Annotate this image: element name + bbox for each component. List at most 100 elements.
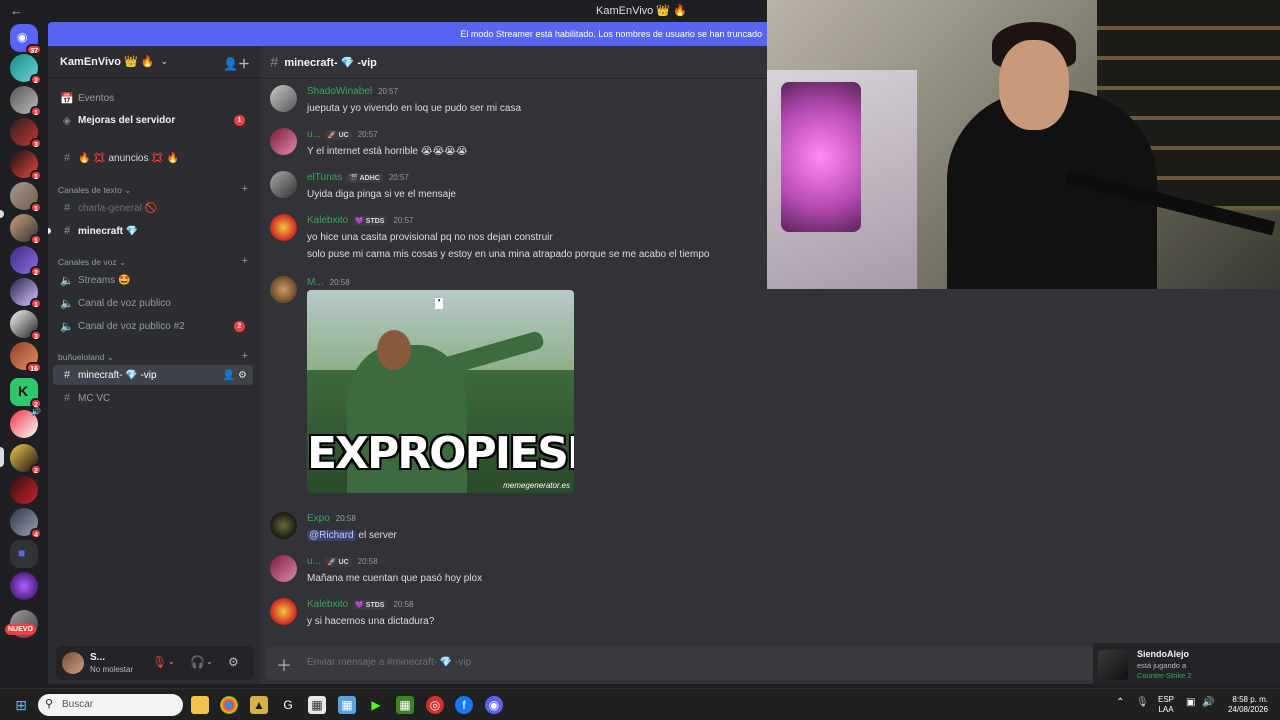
add-channel-icon[interactable]: +: [242, 255, 248, 267]
avatar[interactable]: [270, 128, 297, 155]
server-icon[interactable]: 4: [10, 508, 42, 539]
language-indicator[interactable]: ESP LAA: [1158, 695, 1174, 715]
voice-channel-public-2[interactable]: 🔈 Canal de voz publico #2 2: [53, 316, 253, 336]
role-tag: 🚀 UC: [324, 556, 352, 567]
messenger-icon[interactable]: f: [455, 696, 473, 714]
chrome-icon[interactable]: [220, 696, 238, 714]
minecraft-icon[interactable]: ▦: [396, 696, 414, 714]
message-composer[interactable]: ＋ Enviar mensaje a #minecraft- 💎 -vip: [266, 646, 1094, 680]
author-name[interactable]: ShadoWinabel: [307, 86, 372, 97]
avatar[interactable]: [270, 85, 297, 112]
server-icon[interactable]: 🔊: [10, 407, 41, 438]
chevron-down-icon[interactable]: ⌄: [168, 657, 175, 666]
volume-icon[interactable]: 🔊: [1202, 698, 1214, 708]
server-icon[interactable]: 1: [10, 214, 42, 245]
activity-card[interactable]: SiendoAlejo está jugando a Counter-Strik…: [1093, 643, 1280, 685]
app-icon[interactable]: ▦: [308, 696, 326, 714]
message-text: Y el internet está horrible 😭😭😭😭: [307, 146, 468, 157]
clock[interactable]: 8:58 p. m. 24/08/2026: [1222, 695, 1268, 715]
avatar[interactable]: [1098, 650, 1128, 680]
meme-quote-mark: ': [435, 298, 444, 309]
category-bunueloland[interactable]: buñueloland ⌄ +: [58, 350, 248, 363]
chevron-down-icon[interactable]: ⌄: [206, 657, 213, 666]
server-header[interactable]: KamEnVivo 👑 🔥 ⌄ 👤＋: [48, 46, 260, 78]
timestamp: 20:58: [393, 600, 414, 609]
avatar[interactable]: [62, 652, 84, 674]
calculator-icon[interactable]: ▦: [338, 696, 356, 714]
avatar[interactable]: [270, 555, 297, 582]
arrow-left-icon[interactable]: ←: [10, 3, 23, 18]
mic-muted-icon[interactable]: 🎙: [152, 655, 167, 669]
taskbar-search[interactable]: ⚲ Buscar: [38, 694, 183, 716]
category-text-channels[interactable]: Canales de texto ⌄ +: [58, 183, 248, 196]
activity-status: está jugando a: [1137, 661, 1187, 670]
voice-channel-mc-vc[interactable]: # MC VC: [53, 388, 253, 408]
server-folder[interactable]: ■: [10, 540, 38, 568]
kick-icon[interactable]: ▶: [367, 696, 385, 714]
category-voice-channels[interactable]: Canales de voz ⌄ +: [58, 255, 248, 268]
gear-icon[interactable]: ⚙: [238, 370, 247, 381]
gear-icon[interactable]: ⚙: [228, 655, 239, 669]
avatar[interactable]: [270, 171, 297, 198]
mic-icon[interactable]: 🎙: [1136, 698, 1149, 708]
avatar[interactable]: [270, 598, 297, 625]
author-name[interactable]: u...: [307, 556, 321, 567]
chevron-up-icon[interactable]: ⌃: [1116, 698, 1124, 708]
activity-user: SiendoAlejo: [1137, 649, 1190, 659]
server-icon[interactable]: 1: [10, 150, 42, 181]
server-icon[interactable]: [10, 476, 38, 504]
user-panel: S... No molestar 🎙 ⌄ 🎧 ⌄ ⚙: [56, 646, 254, 680]
server-icon[interactable]: 1: [10, 86, 42, 117]
server-icon[interactable]: 16: [10, 342, 42, 373]
channel-anuncios[interactable]: # 🔥 💢 anuncios 💢 🔥: [53, 148, 253, 168]
discord-icon[interactable]: ◉: [485, 696, 503, 714]
avatar[interactable]: [270, 512, 297, 539]
speaker-icon: 🔈: [60, 320, 74, 333]
author-name[interactable]: u...: [307, 129, 321, 140]
server-icon[interactable]: 2: [10, 444, 42, 475]
message-input[interactable]: Enviar mensaje a #minecraft- 💎 -vip: [307, 657, 471, 668]
calendar-icon: 📅: [60, 92, 74, 105]
server-icon[interactable]: 1: [10, 278, 42, 309]
add-attachment-icon[interactable]: ＋: [276, 652, 292, 676]
app-icon[interactable]: ◎: [426, 696, 444, 714]
author-name[interactable]: elTunas: [307, 172, 342, 183]
direct-messages-button[interactable]: ◉ 37: [10, 24, 42, 55]
author-name[interactable]: Kalebxito: [307, 215, 348, 226]
windows-start-icon[interactable]: ⊞: [12, 696, 30, 714]
sidebar-item-events[interactable]: 📅 Eventos: [53, 88, 253, 108]
add-channel-icon[interactable]: +: [242, 350, 248, 362]
discord-window: ← KamEnVivo 👑 🔥 El modo Streamer está ha…: [0, 0, 1280, 720]
invite-user-icon[interactable]: 👤: [223, 370, 235, 381]
sidebar-item-boosts[interactable]: ◈ Mejoras del servidor 1: [53, 110, 253, 130]
network-icon[interactable]: ▣: [1186, 698, 1195, 708]
headphones-muted-icon[interactable]: 🎧: [190, 655, 205, 669]
add-channel-icon[interactable]: +: [242, 183, 248, 195]
app-icon[interactable]: ▲: [250, 696, 268, 714]
user-mention[interactable]: @Richard: [307, 530, 356, 541]
username: S...: [90, 652, 106, 663]
author-name[interactable]: Expo: [307, 513, 330, 524]
message-text: Mañana me cuentan que pasó hoy plox: [307, 573, 483, 584]
channel-charla-general[interactable]: # charla-general 🚫: [53, 198, 253, 218]
server-icon[interactable]: 2: [10, 54, 42, 85]
server-icon[interactable]: 3: [10, 310, 42, 341]
avatar[interactable]: [270, 214, 297, 241]
server-icon[interactable]: [10, 572, 38, 600]
badge: 37: [26, 44, 42, 55]
file-explorer-icon[interactable]: [191, 696, 209, 714]
voice-channel-streams[interactable]: 🔈 Streams 🤩: [53, 270, 253, 290]
voice-channel-public[interactable]: 🔈 Canal de voz publico: [53, 293, 253, 313]
meme-image[interactable]: ' EXPROPIESE memegenerator.es: [307, 290, 574, 493]
server-icon[interactable]: 1: [10, 182, 42, 213]
author-name[interactable]: Kalebxito: [307, 599, 348, 610]
server-icon[interactable]: K2: [10, 378, 42, 409]
avatar[interactable]: [270, 276, 297, 303]
channel-minecraft-vip[interactable]: # minecraft- 💎 -vip 👤 ⚙: [53, 365, 253, 385]
app-icon[interactable]: G: [279, 696, 297, 714]
server-icon[interactable]: 3: [10, 118, 42, 149]
server-icon[interactable]: 2: [10, 246, 42, 277]
invite-user-icon[interactable]: 👤＋: [223, 55, 250, 72]
channel-minecraft[interactable]: # minecraft 💎: [53, 221, 253, 241]
author-name[interactable]: M...: [307, 277, 324, 288]
